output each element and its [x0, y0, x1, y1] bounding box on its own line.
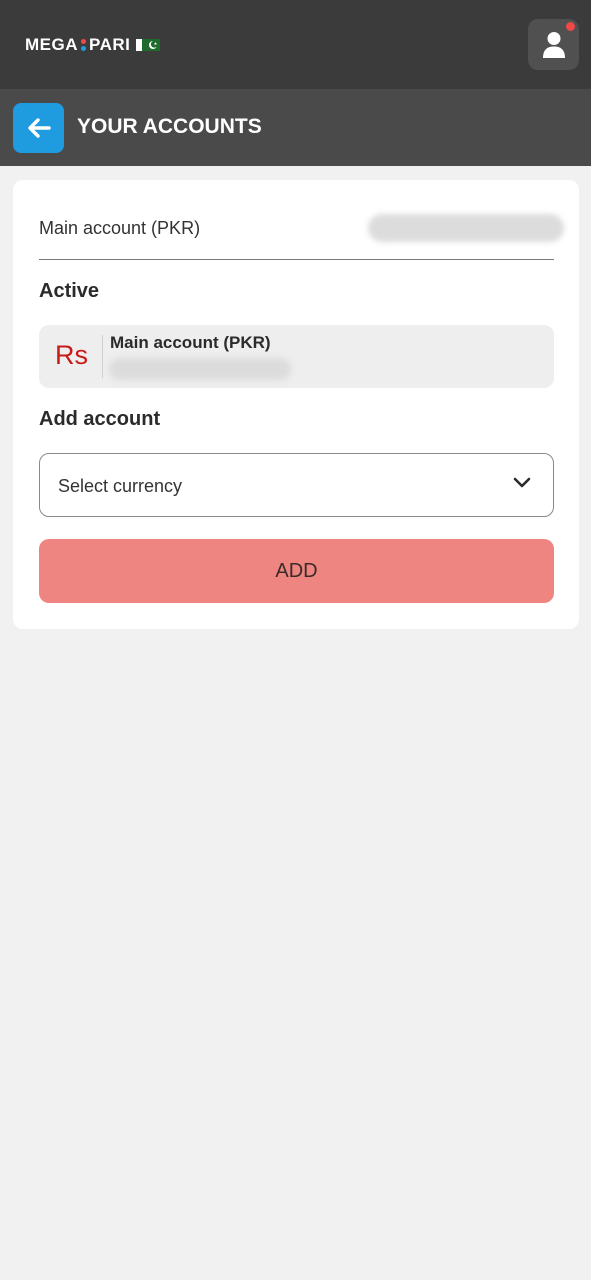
main-account-balance-hidden	[368, 214, 564, 242]
top-bar: MEGA PARI	[0, 0, 591, 89]
back-button[interactable]	[13, 103, 64, 153]
megapari-logo[interactable]: MEGA PARI	[25, 35, 161, 55]
page-header: YOUR ACCOUNTS	[0, 89, 591, 166]
main-account-label: Main account (PKR)	[39, 218, 201, 238]
active-account-balance-hidden	[109, 358, 291, 380]
add-button[interactable]: ADD	[39, 539, 554, 603]
user-icon	[542, 31, 565, 58]
logo-text-pari: PARI	[89, 35, 131, 54]
chevron-down-icon	[513, 477, 531, 488]
logo-text-mega: MEGA	[25, 35, 78, 54]
logo-dots	[81, 39, 86, 51]
page-title: YOUR ACCOUNTS	[77, 115, 262, 138]
separator	[102, 335, 103, 378]
accounts-card: Main account (PKR) Active Rs Main accoun…	[13, 180, 579, 629]
arrow-left-icon	[27, 118, 51, 138]
active-account-name: Main account (PKR)	[110, 333, 271, 352]
currency-select[interactable]: Select currency	[39, 453, 554, 517]
divider	[39, 259, 554, 260]
active-account-item[interactable]: Rs Main account (PKR)	[39, 325, 554, 388]
active-section-title: Active	[39, 280, 100, 302]
pakistan-flag-icon	[136, 39, 161, 51]
currency-symbol: Rs	[55, 340, 88, 370]
notification-badge	[566, 22, 575, 31]
add-account-section-title: Add account	[39, 408, 161, 430]
currency-select-placeholder: Select currency	[58, 476, 183, 496]
